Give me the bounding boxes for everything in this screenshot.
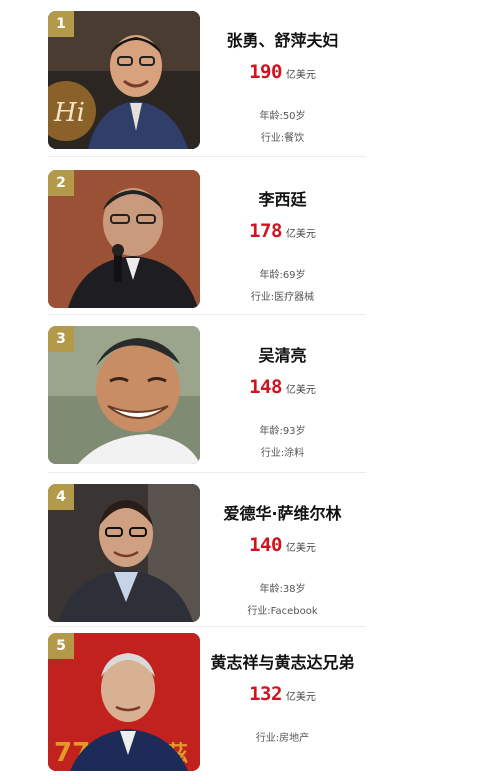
entry-info: 黄志祥与黄志达兄弟 132 亿美元 行业:房地产	[200, 633, 365, 771]
net-worth-amount: 140	[249, 534, 282, 556]
person-age: 年龄:38岁	[259, 584, 306, 595]
person-industry: 行业:涂料	[260, 448, 305, 459]
svg-text:Hi: Hi	[53, 98, 85, 128]
list-item[interactable]: 2 李西廷 178 亿美元 年龄:69岁 行业:医疗器械	[0, 170, 500, 320]
net-worth: 190 亿美元	[200, 61, 365, 83]
net-worth-amount: 178	[249, 220, 282, 242]
entry-info: 李西廷 178 亿美元 年龄:69岁 行业:医疗器械	[200, 170, 365, 308]
net-worth-amount: 190	[249, 61, 282, 83]
divider	[48, 156, 366, 157]
person-name: 吴清亮	[258, 346, 307, 365]
rank-badge: 3	[48, 326, 74, 352]
portrait-photo: 4	[48, 484, 200, 622]
net-worth-unit: 亿美元	[285, 70, 316, 81]
person-industry: 行业:房地产	[255, 733, 310, 744]
person-name: 张勇、舒萍夫妇	[226, 31, 339, 50]
net-worth-amount: 132	[249, 683, 282, 705]
net-worth: 140 亿美元	[200, 534, 365, 556]
rank-badge: 5	[48, 633, 74, 659]
entry-info: 爱德华·萨维尔林 140 亿美元 年龄:38岁 行业:Facebook	[200, 484, 365, 622]
net-worth: 132 亿美元	[200, 683, 365, 705]
divider	[48, 314, 366, 315]
person-name: 黄志祥与黄志达兄弟	[210, 653, 355, 672]
person-industry: 行业:餐饮	[260, 133, 305, 144]
net-worth-amount: 148	[249, 376, 282, 398]
portrait-photo: 3	[48, 326, 200, 464]
rank-badge: 2	[48, 170, 74, 196]
person-age: 年龄:50岁	[259, 111, 306, 122]
list-item[interactable]: 4 爱德华·萨维尔林 140 亿美元 年龄:38岁 行业:Facebook	[0, 484, 500, 634]
rank-badge: 1	[48, 11, 74, 37]
rich-list: Hi 1 张勇、舒萍夫妇 190 亿美元 年龄:50岁 行业:餐饮 2 李西廷 …	[0, 0, 500, 771]
entry-info: 张勇、舒萍夫妇 190 亿美元 年龄:50岁 行业:餐饮	[200, 11, 365, 149]
net-worth-unit: 亿美元	[285, 543, 316, 554]
portrait-photo: Hi 1	[48, 11, 200, 149]
person-age: 年龄:93岁	[259, 426, 306, 437]
net-worth-unit: 亿美元	[285, 692, 316, 703]
person-name: 李西廷	[258, 190, 307, 209]
entry-info: 吴清亮 148 亿美元 年龄:93岁 行业:涂料	[200, 326, 365, 464]
net-worth-unit: 亿美元	[285, 229, 316, 240]
portrait-photo: 77 茲 5	[48, 633, 200, 771]
rank-badge: 4	[48, 484, 74, 510]
divider	[48, 626, 366, 627]
divider	[48, 472, 366, 473]
list-item[interactable]: Hi 1 张勇、舒萍夫妇 190 亿美元 年龄:50岁 行业:餐饮	[0, 11, 500, 161]
person-name: 爱德华·萨维尔林	[223, 504, 342, 523]
list-item[interactable]: 3 吴清亮 148 亿美元 年龄:93岁 行业:涂料	[0, 326, 500, 476]
person-industry: 行业:Facebook	[247, 606, 318, 617]
net-worth: 148 亿美元	[200, 376, 365, 398]
person-age: 年龄:69岁	[259, 270, 306, 281]
person-industry: 行业:医疗器械	[250, 292, 315, 303]
net-worth: 178 亿美元	[200, 220, 365, 242]
list-item[interactable]: 77 茲 5 黄志祥与黄志达兄弟 132亿美元 行业:房地产	[0, 633, 500, 783]
net-worth-unit: 亿美元	[285, 385, 316, 396]
portrait-photo: 2	[48, 170, 200, 308]
